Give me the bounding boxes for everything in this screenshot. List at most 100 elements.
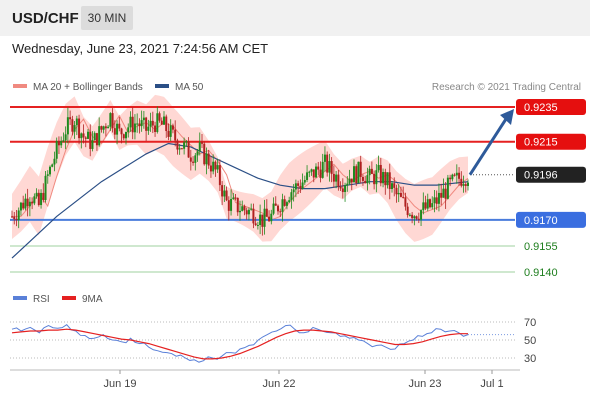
candle-body <box>185 141 188 143</box>
candle-body <box>84 137 87 139</box>
candle-body <box>375 170 378 185</box>
candle-body <box>187 141 190 158</box>
candle-body <box>433 197 436 204</box>
resistance-label: 0.9235 <box>524 102 558 114</box>
candle-body <box>57 140 60 146</box>
candle-body <box>73 125 76 132</box>
candle-body <box>131 116 134 133</box>
candle-body <box>310 169 313 172</box>
candle-body <box>93 133 96 141</box>
candle-body <box>140 120 143 127</box>
candle-body <box>109 113 112 127</box>
candle-body <box>460 178 463 186</box>
candle-body <box>87 131 89 139</box>
candle-body <box>250 208 253 210</box>
candle-body <box>270 213 273 222</box>
candle-body <box>337 174 340 187</box>
candle-body <box>221 185 224 197</box>
candle-body <box>344 185 347 193</box>
candle-body <box>51 164 54 167</box>
candle-body <box>53 158 56 165</box>
candle-body <box>402 196 405 198</box>
candle-body <box>95 133 98 146</box>
candle-body <box>277 205 279 212</box>
candle-body <box>399 192 402 197</box>
candle-body <box>42 192 45 200</box>
candle-body <box>156 113 159 132</box>
candle-body <box>254 223 257 226</box>
candle-body <box>319 169 322 178</box>
candle-body <box>102 126 105 130</box>
candle-body <box>142 117 145 121</box>
candle-body <box>26 198 29 207</box>
candle-body <box>252 208 255 224</box>
candle-body <box>212 161 215 172</box>
candle-body <box>113 128 116 135</box>
candle-body <box>462 184 465 186</box>
candle-body <box>449 177 452 180</box>
candle-body <box>386 172 389 186</box>
candle-body <box>321 161 324 178</box>
candle-body <box>415 216 418 219</box>
candle-body <box>301 182 304 189</box>
candle-body <box>176 140 179 150</box>
candle-body <box>288 200 291 203</box>
candle-body <box>98 126 101 146</box>
candle-body <box>201 142 203 144</box>
bollinger-legend-label: MA 20 + Bollinger Bands <box>33 82 143 93</box>
candle-body <box>323 154 326 162</box>
candle-body <box>408 214 411 216</box>
candle-body <box>167 131 170 137</box>
candle-body <box>136 123 139 125</box>
x-tick-label: Jun 22 <box>262 378 295 390</box>
candle-body <box>205 153 208 165</box>
candle-body <box>82 133 85 138</box>
candle-body <box>364 180 367 184</box>
candle-body <box>455 172 458 176</box>
candle-body <box>66 117 69 135</box>
candle-body <box>196 151 199 156</box>
candle-body <box>24 198 27 209</box>
candle-body <box>281 199 284 212</box>
candle-body <box>366 175 369 184</box>
candle-body <box>125 131 127 139</box>
candle-body <box>138 123 141 127</box>
candle-body <box>17 210 20 220</box>
chart-canvas: MA 20 + Bollinger Bands MA 50 Research ©… <box>10 82 586 390</box>
candle-body <box>328 161 331 173</box>
candle-body <box>395 187 398 195</box>
candle-body <box>216 165 219 170</box>
candle-body <box>446 177 449 199</box>
candle-body <box>283 199 286 206</box>
candle-body <box>230 198 233 211</box>
resistance-label: 0.9215 <box>524 137 558 149</box>
candle-body <box>245 210 248 215</box>
bollinger-legend-swatch <box>13 84 27 88</box>
candle-body <box>243 206 246 211</box>
candle-body <box>265 208 268 217</box>
candle-body <box>268 216 271 222</box>
candle-body <box>75 118 78 126</box>
candle-body <box>37 192 40 206</box>
rsi-ma-line <box>11 328 468 360</box>
candle-body <box>227 200 230 211</box>
candle-body <box>306 172 309 181</box>
candle-body <box>346 183 349 186</box>
candle-body <box>13 216 16 220</box>
rsi-legend-swatch <box>13 296 27 300</box>
candle-body <box>350 178 353 183</box>
candle-body <box>384 172 387 186</box>
candle-body <box>359 161 362 177</box>
candle-body <box>290 192 293 201</box>
candle-body <box>391 183 393 190</box>
candle-body <box>234 197 237 199</box>
candle-body <box>46 174 49 176</box>
candle-body <box>15 219 18 221</box>
support-label: 0.9140 <box>524 267 558 279</box>
candle-body <box>165 116 168 132</box>
candle-body <box>169 125 172 137</box>
candle-body <box>91 140 94 149</box>
candle-body <box>78 118 81 139</box>
candle-body <box>279 211 282 213</box>
candle-body <box>303 180 306 183</box>
